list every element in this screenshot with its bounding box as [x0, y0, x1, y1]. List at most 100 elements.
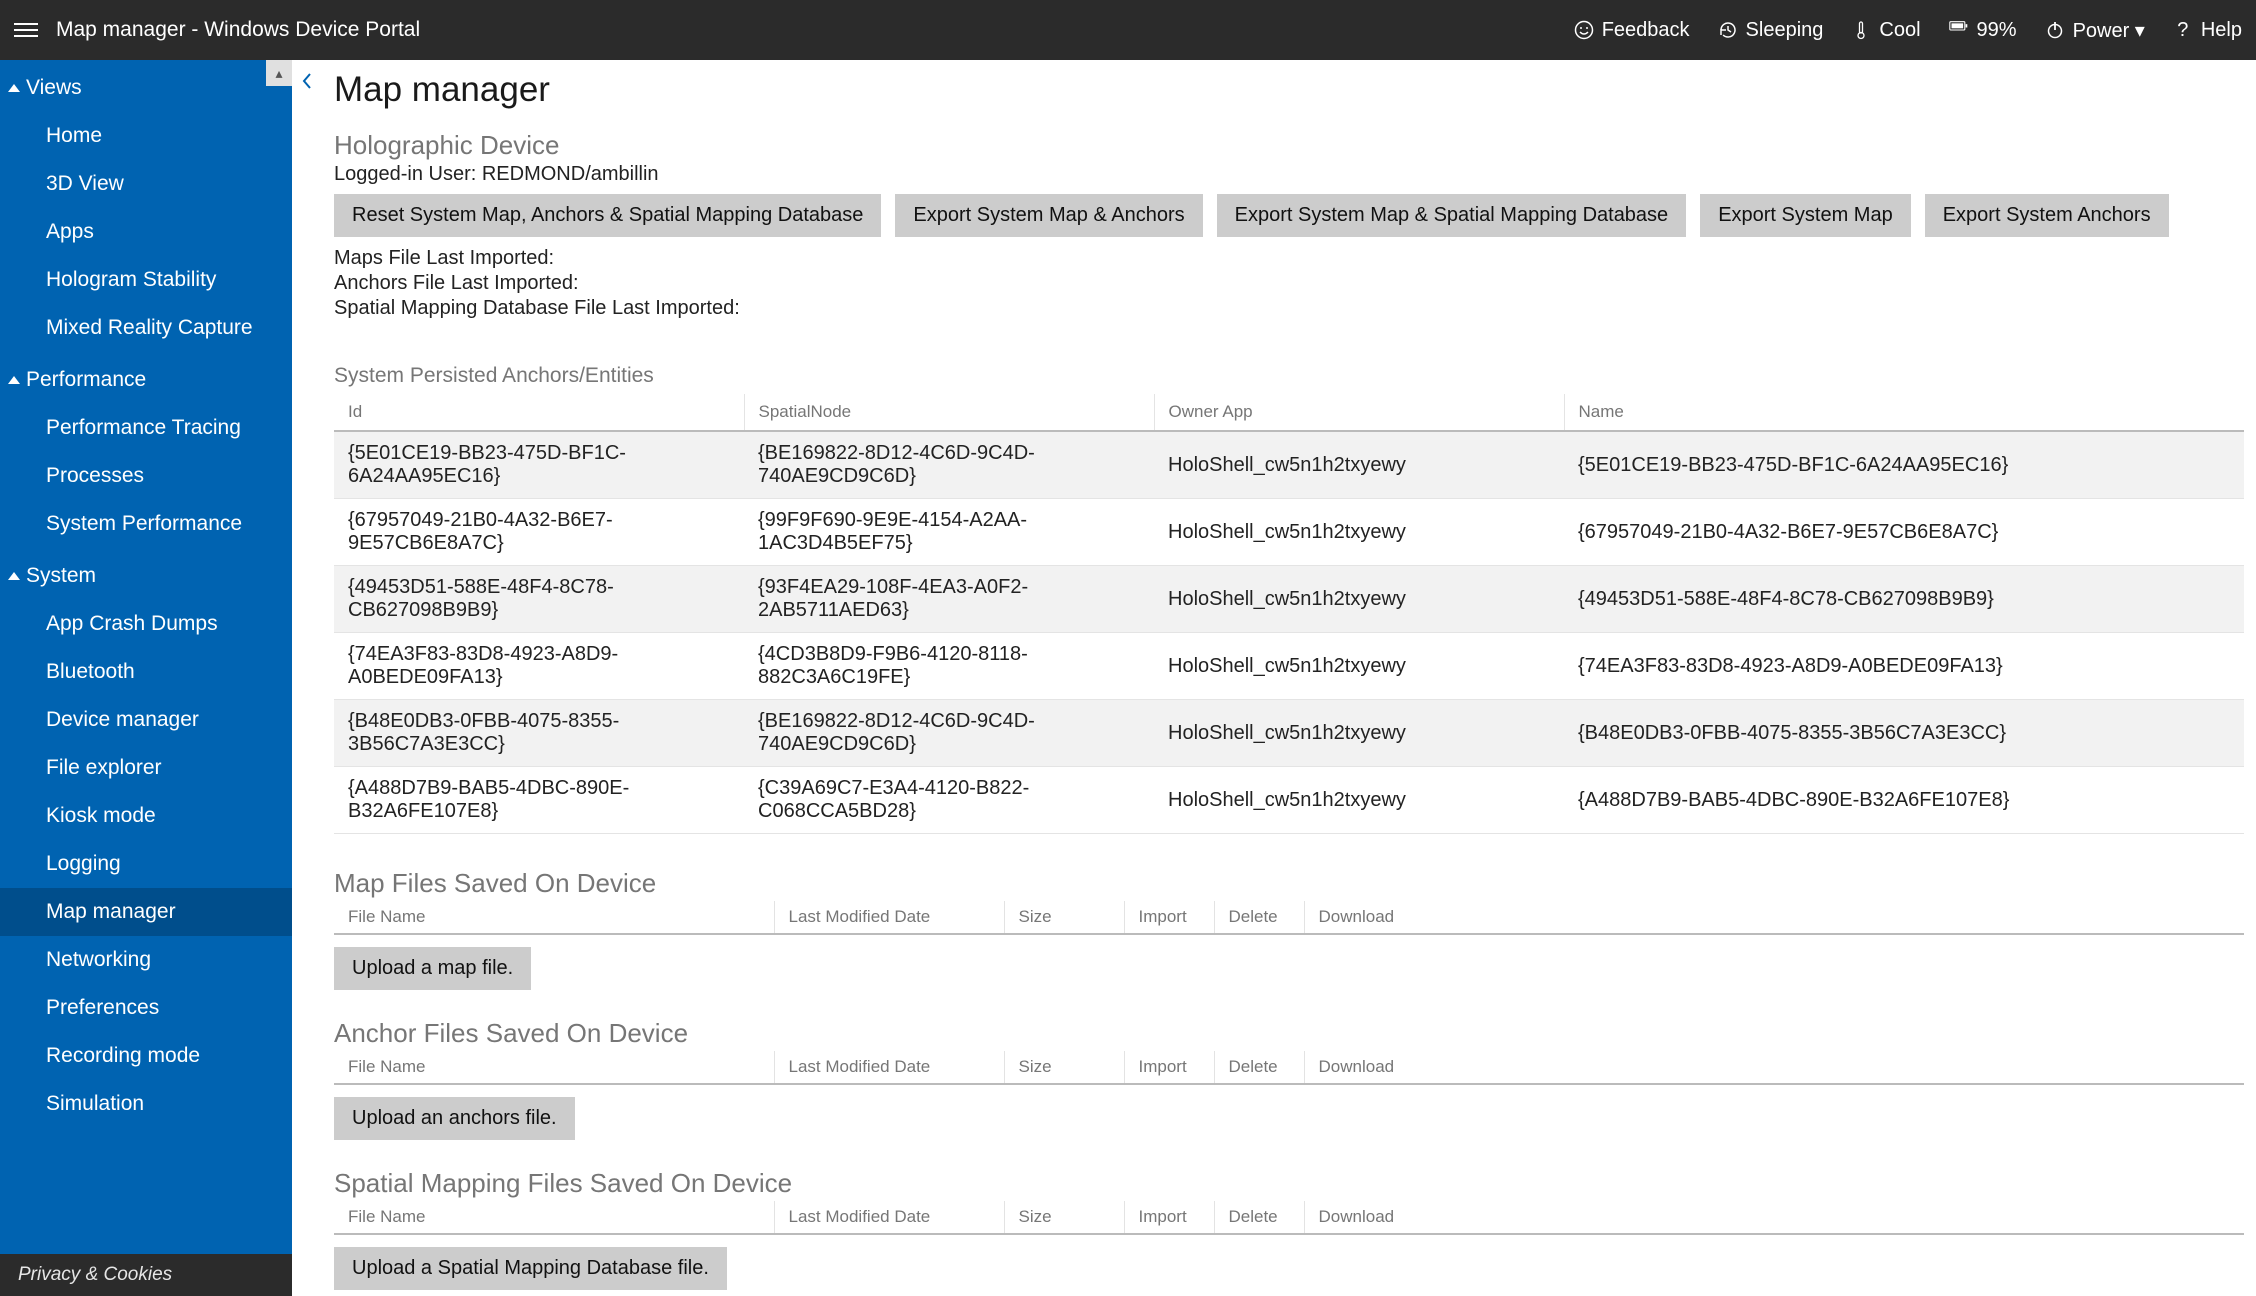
sidebar-item-app-crash-dumps[interactable]: App Crash Dumps: [0, 600, 292, 648]
feedback-button[interactable]: Feedback: [1574, 19, 1690, 42]
col-id: Id: [334, 394, 744, 431]
upload-anchors-button[interactable]: Upload an anchors file.: [334, 1097, 575, 1140]
sidebar-item-hologram-stability[interactable]: Hologram Stability: [0, 256, 292, 304]
col-size: Size: [1004, 1201, 1124, 1234]
anchor-files-heading: Anchor Files Saved On Device: [334, 1018, 2244, 1049]
cool-status[interactable]: Cool: [1851, 19, 1920, 42]
sidebar-item-performance-tracing[interactable]: Performance Tracing: [0, 404, 292, 452]
privacy-link[interactable]: Privacy & Cookies: [0, 1254, 292, 1296]
sidebar-item-system-performance[interactable]: System Performance: [0, 500, 292, 548]
history-icon: [1718, 20, 1738, 40]
sidebar-item-device-manager[interactable]: Device manager: [0, 696, 292, 744]
power-button[interactable]: Power ▾: [2045, 18, 2145, 43]
battery-icon: [1949, 20, 1969, 40]
device-heading: Holographic Device: [334, 130, 2244, 161]
cell-id: {B48E0DB3-0FBB-4075-8355-3B56C7A3E3CC}: [334, 700, 744, 767]
col-import: Import: [1124, 901, 1214, 934]
cell-id: {49453D51-588E-48F4-8C78-CB627098B9B9}: [334, 566, 744, 633]
sidebar-item-apps[interactable]: Apps: [0, 208, 292, 256]
sidebar-item-recording-mode[interactable]: Recording mode: [0, 1032, 292, 1080]
cell-spatial: {BE169822-8D12-4C6D-9C4D-740AE9CD9C6D}: [744, 700, 1154, 767]
sidebar-item-home[interactable]: Home: [0, 112, 292, 160]
caret-up-icon: [8, 572, 20, 580]
col-file-name: File Name: [334, 1051, 774, 1084]
maps-last-imported: Maps File Last Imported:: [334, 247, 2244, 270]
export-map-button[interactable]: Export System Map: [1700, 194, 1911, 237]
sleeping-label: Sleeping: [1746, 19, 1824, 42]
sidebar-section-views[interactable]: Views: [0, 60, 292, 112]
table-row: {74EA3F83-83D8-4923-A8D9-A0BEDE09FA13}{4…: [334, 633, 2244, 700]
col-name: Name: [1564, 394, 2244, 431]
battery-status[interactable]: 99%: [1949, 19, 2017, 42]
table-row: {49453D51-588E-48F4-8C78-CB627098B9B9}{9…: [334, 566, 2244, 633]
cell-spatial: {BE169822-8D12-4C6D-9C4D-740AE9CD9C6D}: [744, 431, 1154, 499]
table-row: {67957049-21B0-4A32-B6E7-9E57CB6E8A7C} {9…: [334, 499, 2244, 566]
spatial-last-imported: Spatial Mapping Database File Last Impor…: [334, 297, 2244, 320]
sidebar-section-system[interactable]: System: [0, 548, 292, 600]
logged-in-user: Logged-in User: REDMOND/ambillin: [334, 163, 2244, 186]
col-lmd: Last Modified Date: [774, 901, 1004, 934]
export-map-anchors-button[interactable]: Export System Map & Anchors: [895, 194, 1202, 237]
help-label: Help: [2201, 19, 2242, 42]
hamburger-icon[interactable]: [14, 18, 38, 42]
cell-name: {B48E0DB3-0FBB-4075-8355-3B56C7A3E3CC}: [1564, 700, 2244, 767]
sidebar-item-logging[interactable]: Logging: [0, 840, 292, 888]
sidebar: Views Home3D ViewAppsHologram StabilityMi…: [0, 60, 292, 1296]
sidebar-section-performance[interactable]: Performance: [0, 352, 292, 404]
cell-owner: HoloShell_cw5n1h2txyewy: [1154, 633, 1564, 700]
caret-up-icon: [8, 376, 20, 384]
sidebar-item-map-manager[interactable]: Map manager: [0, 888, 292, 936]
col-lmd: Last Modified Date: [774, 1051, 1004, 1084]
sidebar-item-3d-view[interactable]: 3D View: [0, 160, 292, 208]
caret-up-icon: [8, 84, 20, 92]
sidebar-section-label: Views: [26, 76, 82, 100]
upload-map-button[interactable]: Upload a map file.: [334, 947, 531, 990]
upload-spatial-button[interactable]: Upload a Spatial Mapping Database file.: [334, 1247, 727, 1290]
cool-label: Cool: [1879, 19, 1920, 42]
sidebar-item-simulation[interactable]: Simulation: [0, 1080, 292, 1128]
col-size: Size: [1004, 901, 1124, 934]
sidebar-item-networking[interactable]: Networking: [0, 936, 292, 984]
sidebar-item-preferences[interactable]: Preferences: [0, 984, 292, 1032]
cell-spatial: {4CD3B8D9-F9B6-4120-8118-882C3A6C19FE}: [744, 633, 1154, 700]
cell-owner: HoloShell_cw5n1h2txyewy: [1154, 499, 1564, 566]
sidebar-section-label: Performance: [26, 368, 146, 392]
cell-name: {67957049-21B0-4A32-B6E7-9E57CB6E8A7C}: [1564, 499, 2244, 566]
col-download: Download: [1304, 1201, 2244, 1234]
col-import: Import: [1124, 1051, 1214, 1084]
col-size: Size: [1004, 1051, 1124, 1084]
main-content: Map manager Holographic Device Logged-in…: [322, 60, 2256, 1296]
col-owner: Owner App: [1154, 394, 1564, 431]
cell-spatial: {93F4EA29-108F-4EA3-A0F2-2AB5711AED63}: [744, 566, 1154, 633]
sidebar-item-processes[interactable]: Processes: [0, 452, 292, 500]
spatial-files-heading: Spatial Mapping Files Saved On Device: [334, 1168, 2244, 1199]
chevron-left-icon: [300, 71, 314, 91]
col-file-name: File Name: [334, 901, 774, 934]
sidebar-item-bluetooth[interactable]: Bluetooth: [0, 648, 292, 696]
col-delete: Delete: [1214, 1051, 1304, 1084]
col-lmd: Last Modified Date: [774, 1201, 1004, 1234]
sidebar-scrollbar[interactable]: ▴ ▾: [266, 60, 292, 1296]
sidebar-item-mixed-reality-capture[interactable]: Mixed Reality Capture: [0, 304, 292, 352]
feedback-label: Feedback: [1602, 19, 1690, 42]
spatial-files-table: File Name Last Modified Date Size Import…: [334, 1201, 2244, 1235]
reset-button[interactable]: Reset System Map, Anchors & Spatial Mapp…: [334, 194, 881, 237]
cell-name: {49453D51-588E-48F4-8C78-CB627098B9B9}: [1564, 566, 2244, 633]
cell-owner: HoloShell_cw5n1h2txyewy: [1154, 700, 1564, 767]
collapse-sidebar-button[interactable]: [292, 66, 322, 96]
cell-id: {A488D7B9-BAB5-4DBC-890E-B32A6FE107E8}: [334, 767, 744, 834]
table-row: {5E01CE19-BB23-475D-BF1C-6A24AA95EC16}{B…: [334, 431, 2244, 499]
scroll-up-icon[interactable]: ▴: [266, 60, 292, 86]
help-button[interactable]: ? Help: [2173, 19, 2242, 42]
sleeping-status[interactable]: Sleeping: [1718, 19, 1824, 42]
export-map-spatial-button[interactable]: Export System Map & Spatial Mapping Data…: [1217, 194, 1687, 237]
col-file-name: File Name: [334, 1201, 774, 1234]
cell-name: {A488D7B9-BAB5-4DBC-890E-B32A6FE107E8}: [1564, 767, 2244, 834]
sidebar-item-file-explorer[interactable]: File explorer: [0, 744, 292, 792]
question-icon: ?: [2173, 20, 2193, 40]
export-anchors-button[interactable]: Export System Anchors: [1925, 194, 2169, 237]
cell-spatial: {99F9F690-9E9E-4154-A2AA-1AC3D4B5EF75}: [744, 499, 1154, 566]
cell-owner: HoloShell_cw5n1h2txyewy: [1154, 431, 1564, 499]
sidebar-item-kiosk-mode[interactable]: Kiosk mode: [0, 792, 292, 840]
page-title: Map manager: [322, 70, 2256, 130]
